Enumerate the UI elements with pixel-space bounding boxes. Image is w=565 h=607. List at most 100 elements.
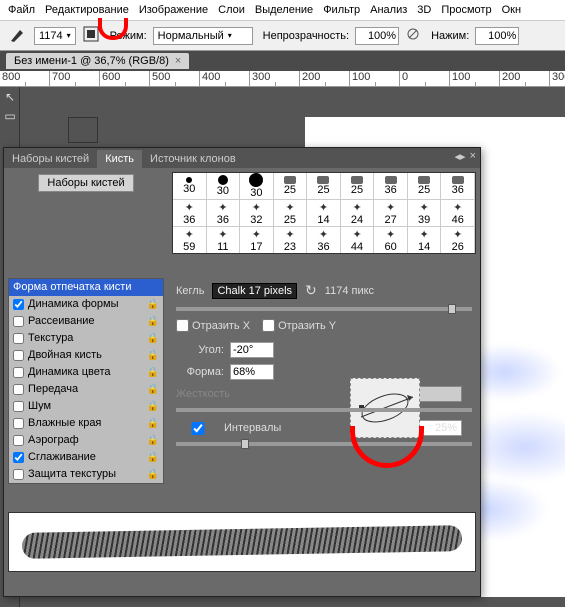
menu-image[interactable]: Изображение (139, 4, 208, 16)
spacing-input[interactable]: 25% (418, 420, 462, 436)
brush-tool-icon[interactable] (8, 26, 28, 46)
option-checkbox[interactable] (13, 435, 24, 446)
brush-tip-cell[interactable]: ✦11 (207, 227, 241, 254)
brush-tip-cell[interactable]: ✦36 (207, 200, 241, 227)
tab-brush-presets[interactable]: Наборы кистей (4, 150, 97, 168)
option-checkbox[interactable] (13, 350, 24, 361)
lock-icon[interactable]: 🔒 (147, 316, 159, 327)
option-checkbox[interactable] (13, 333, 24, 344)
brush-preset-dropdown[interactable]: 1174 (34, 27, 76, 45)
brush-tip-cell[interactable]: ✦59 (173, 227, 207, 254)
brush-tip-cell[interactable]: ✦32 (240, 200, 274, 227)
option-checkbox[interactable] (13, 469, 24, 480)
brush-tip-cell[interactable]: ✦60 (374, 227, 408, 254)
lock-icon[interactable]: 🔒 (147, 333, 159, 344)
roundness-input[interactable] (230, 364, 274, 380)
menu-layers[interactable]: Слои (218, 4, 245, 16)
brush-tip-cell[interactable]: ✦14 (307, 200, 341, 227)
brush-option-row[interactable]: Динамика формы🔒 (9, 296, 163, 313)
brush-tip-grid[interactable]: 303030252525362536✦36✦36✦32✦25✦14✦24✦27✦… (172, 172, 476, 254)
opacity-input[interactable] (355, 27, 399, 45)
brush-tip-cell[interactable]: ✦17 (240, 227, 274, 254)
option-checkbox[interactable] (13, 367, 24, 378)
flip-y-checkbox[interactable]: Отразить Y (262, 319, 336, 332)
brush-option-row[interactable]: Текстура🔒 (9, 330, 163, 347)
brush-tip-cell[interactable]: ✦44 (341, 227, 375, 254)
panel-collapse-icon[interactable]: ◂▸ (455, 150, 466, 163)
brush-option-row[interactable]: Передача🔒 (9, 381, 163, 398)
option-checkbox[interactable] (13, 401, 24, 412)
option-checkbox[interactable] (13, 299, 24, 310)
spacing-checkbox[interactable]: Интервалы (176, 422, 281, 435)
brush-tip-cell[interactable]: ✦36 (173, 200, 207, 227)
brush-name-box[interactable]: Chalk 17 pixels (212, 283, 297, 299)
flow-input[interactable] (475, 27, 519, 45)
brush-tip-cell[interactable]: ✦24 (341, 200, 375, 227)
menu-analysis[interactable]: Анализ (370, 4, 407, 16)
panel-close-icon[interactable]: × (470, 150, 476, 163)
brush-tip-cell[interactable]: 25 (408, 173, 442, 200)
menu-select[interactable]: Выделение (255, 4, 313, 16)
brush-option-row[interactable]: Защита текстуры🔒 (9, 466, 163, 483)
brush-option-row[interactable]: Влажные края🔒 (9, 415, 163, 432)
brush-tip-cell[interactable]: 25 (307, 173, 341, 200)
menu-file[interactable]: Файл (8, 4, 35, 16)
tab-clone-source[interactable]: Источник клонов (142, 150, 244, 168)
lock-icon[interactable]: 🔒 (147, 401, 159, 412)
lock-icon[interactable]: 🔒 (147, 418, 159, 429)
brush-option-row[interactable]: Сглаживание🔒 (9, 449, 163, 466)
lock-icon[interactable]: 🔒 (147, 350, 159, 361)
option-checkbox[interactable] (13, 418, 24, 429)
reset-size-icon[interactable]: ↻ (305, 282, 317, 299)
brush-tip-cell[interactable]: ✦26 (441, 227, 475, 254)
brush-tip-cell[interactable]: ✦23 (274, 227, 308, 254)
brush-tip-cell[interactable]: ✦46 (441, 200, 475, 227)
lock-icon[interactable]: 🔒 (147, 452, 159, 463)
lock-icon[interactable]: 🔒 (147, 435, 159, 446)
brush-tip-cell[interactable]: ✦27 (374, 200, 408, 227)
menu-view[interactable]: Просмотр (441, 4, 491, 16)
option-checkbox[interactable] (13, 384, 24, 395)
menu-filter[interactable]: Фильтр (323, 4, 360, 16)
brush-tip-cell[interactable]: 30 (207, 173, 241, 200)
navigator-mini[interactable] (68, 117, 98, 143)
angle-input[interactable] (230, 342, 274, 358)
brush-tip-cell[interactable]: ✦36 (307, 227, 341, 254)
menu-edit[interactable]: Редактирование (45, 4, 129, 16)
tab-brush[interactable]: Кисть (97, 150, 142, 168)
brush-option-row[interactable]: Динамика цвета🔒 (9, 364, 163, 381)
lock-icon[interactable]: 🔒 (147, 299, 159, 310)
document-tab[interactable]: Без имени-1 @ 36,7% (RGB/8) × (6, 53, 189, 69)
lock-icon[interactable]: 🔒 (147, 367, 159, 378)
brush-tip-cell[interactable]: 36 (441, 173, 475, 200)
tablet-opacity-icon[interactable] (405, 26, 421, 45)
brush-tip-cell[interactable]: 36 (374, 173, 408, 200)
brush-option-row[interactable]: Форма отпечатка кисти (9, 279, 163, 296)
lock-icon[interactable]: 🔒 (147, 469, 159, 480)
toggle-brush-panel-icon[interactable] (82, 25, 100, 46)
brush-option-row[interactable]: Шум🔒 (9, 398, 163, 415)
menu-window[interactable]: Окн (502, 4, 521, 16)
brush-presets-button[interactable]: Наборы кистей (38, 174, 133, 192)
move-tool-icon[interactable]: ↖ (1, 88, 19, 106)
brush-tip-cell[interactable]: 30 (173, 173, 207, 200)
brush-tip-cell[interactable]: ✦25 (274, 200, 308, 227)
marquee-tool-icon[interactable]: ▭ (1, 107, 19, 125)
flip-x-checkbox[interactable]: Отразить X (176, 319, 250, 332)
close-tab-icon[interactable]: × (175, 55, 181, 67)
menu-3d[interactable]: 3D (417, 4, 431, 16)
brush-option-row[interactable]: Аэрограф🔒 (9, 432, 163, 449)
brush-tip-cell[interactable]: 25 (341, 173, 375, 200)
size-slider[interactable] (176, 307, 472, 311)
lock-icon[interactable]: 🔒 (147, 384, 159, 395)
blend-mode-dropdown[interactable]: Нормальный (153, 27, 253, 45)
brush-option-row[interactable]: Рассеивание🔒 (9, 313, 163, 330)
brush-tip-cell[interactable]: ✦39 (408, 200, 442, 227)
brush-tip-cell[interactable]: 25 (274, 173, 308, 200)
brush-option-row[interactable]: Двойная кисть🔒 (9, 347, 163, 364)
option-checkbox[interactable] (13, 452, 24, 463)
option-checkbox[interactable] (13, 316, 24, 327)
brush-tip-cell[interactable]: ✦14 (408, 227, 442, 254)
brush-tip-cell[interactable]: 30 (240, 173, 274, 200)
spacing-slider[interactable] (176, 442, 472, 446)
